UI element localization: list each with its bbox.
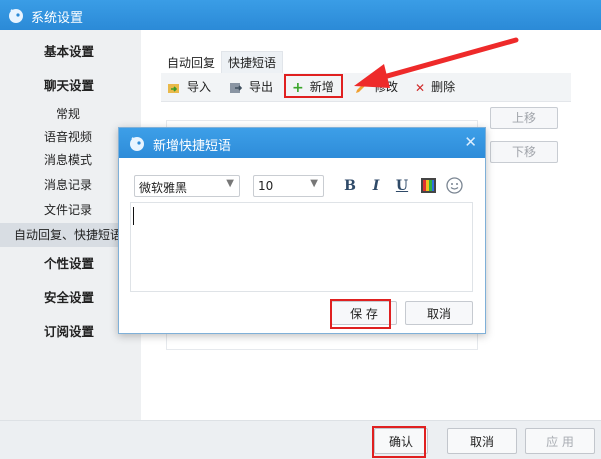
chevron-down-icon: ▼ [310, 178, 318, 189]
italic-button[interactable]: I [367, 177, 385, 195]
sidebar-item-general[interactable]: 常规 [0, 103, 141, 125]
dialog-title: 新增快捷短语 [153, 139, 232, 154]
emoji-icon[interactable] [446, 177, 463, 194]
font-family-value: 微软雅黑 [139, 181, 188, 195]
underline-button[interactable]: U [393, 177, 411, 195]
new-quick-phrase-dialog: 新增快捷短语 ✕ 微软雅黑 ▼ 10 ▼ B I U 保 存 取消 [118, 127, 486, 334]
color-palette-icon[interactable] [421, 178, 436, 193]
import-icon [168, 83, 179, 93]
title-bar: 系统设置 [0, 0, 601, 30]
sidebar-item-chat[interactable]: 聊天设置 [0, 69, 141, 103]
text-cursor [133, 207, 134, 225]
move-up-button[interactable]: 上移 [490, 107, 558, 129]
export-label: 导出 [249, 80, 274, 94]
tab-auto-reply[interactable]: 自动回复 [167, 52, 215, 74]
tab-quick-phrase[interactable]: 快捷短语 [221, 51, 283, 74]
dialog-title-bar: 新增快捷短语 ✕ [119, 128, 485, 158]
close-icon[interactable]: ✕ [464, 133, 477, 151]
export-icon [230, 82, 243, 93]
footer-bar: 确认 取消 应 用 [0, 420, 601, 459]
app-logo-icon [9, 9, 23, 23]
annotation-arrow [354, 37, 519, 88]
app-logo-icon [130, 137, 144, 151]
apply-button[interactable]: 应 用 [525, 428, 595, 454]
cancel-button[interactable]: 取消 [447, 428, 517, 454]
phrase-editor[interactable] [130, 202, 473, 292]
font-size-select[interactable]: 10 ▼ [253, 175, 324, 197]
font-size-value: 10 [258, 179, 274, 193]
dialog-cancel-button[interactable]: 取消 [405, 301, 473, 325]
save-highlight-box [330, 299, 391, 329]
sidebar-item-basic[interactable]: 基本设置 [0, 35, 141, 69]
import-button[interactable]: 导入 [167, 78, 211, 96]
add-highlight-box [284, 74, 343, 98]
move-down-button[interactable]: 下移 [490, 141, 558, 163]
window-title: 系统设置 [31, 11, 84, 26]
chevron-down-icon: ▼ [226, 178, 234, 189]
font-family-select[interactable]: 微软雅黑 ▼ [134, 175, 240, 197]
confirm-highlight-box [372, 426, 426, 458]
import-label: 导入 [187, 80, 212, 94]
export-button[interactable]: 导出 [229, 78, 273, 96]
bold-button[interactable]: B [341, 177, 359, 195]
